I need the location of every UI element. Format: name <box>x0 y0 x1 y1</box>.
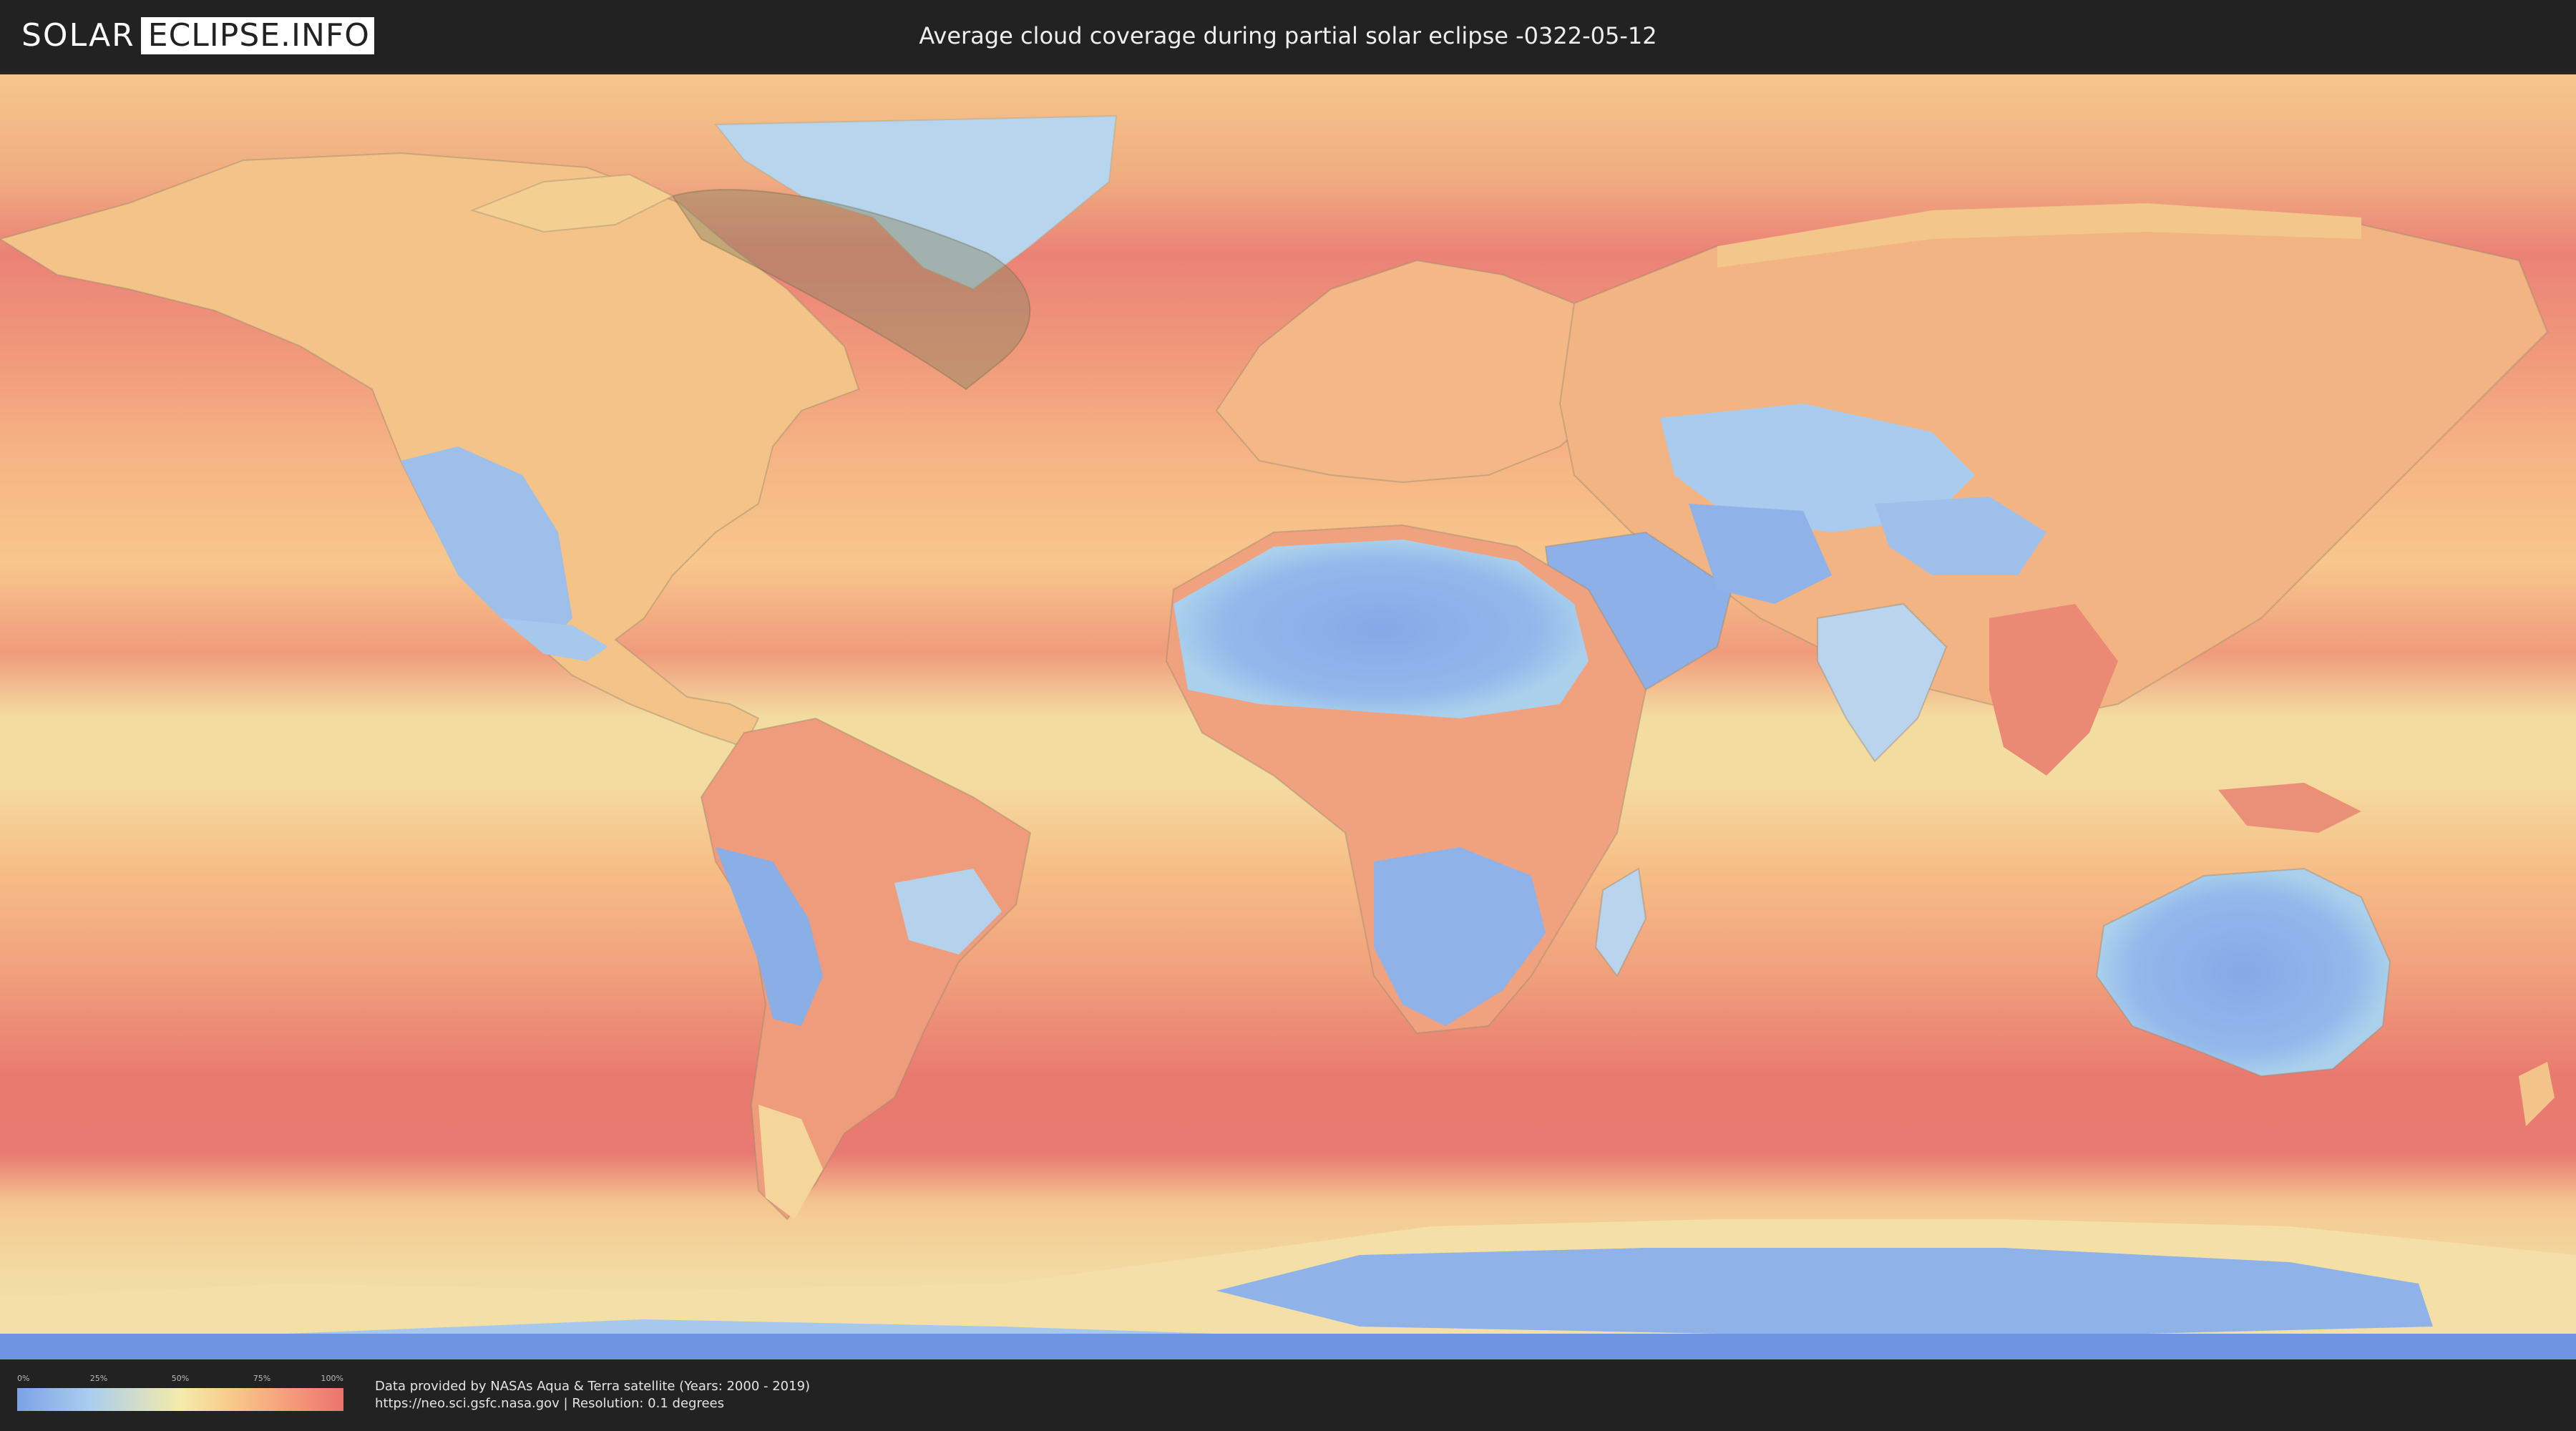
legend-tick-75: 75% <box>253 1374 271 1383</box>
east-antarctica-clear <box>1216 1248 2433 1334</box>
legend-ticks: 0% 25% 50% 75% 100% <box>17 1374 343 1384</box>
world-map-svg <box>0 74 2576 1359</box>
credits-url-resolution[interactable]: https://neo.sci.gsfc.nasa.gov | Resoluti… <box>375 1395 810 1412</box>
header-bar: SOLAR ECLIPSE.INFO Average cloud coverag… <box>0 0 2576 72</box>
legend-tick-25: 25% <box>89 1374 108 1383</box>
legend-tick-0: 0% <box>17 1374 30 1383</box>
legend-tick-50: 50% <box>171 1374 190 1383</box>
legend-color-bar <box>17 1388 343 1411</box>
cloud-coverage-map[interactable] <box>0 74 2576 1359</box>
credits-source: Data provided by NASAs Aqua & Terra sate… <box>375 1379 811 1394</box>
cloud-coverage-legend: 0% 25% 50% 75% 100% <box>17 1374 343 1414</box>
page-title: Average cloud coverage during partial so… <box>919 22 1657 49</box>
antarctic-interior-clear <box>0 1334 2576 1359</box>
legend-tick-100: 100% <box>321 1374 343 1383</box>
data-credits: Data provided by NASAs Aqua & Terra sate… <box>375 1378 810 1412</box>
